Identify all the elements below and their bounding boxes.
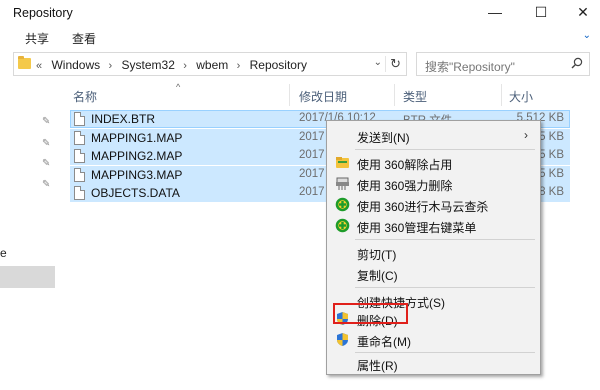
minimize-button[interactable]: — xyxy=(472,0,518,27)
menu-item-label: 使用 360强力删除 xyxy=(357,179,453,193)
tab-share[interactable]: 共享 xyxy=(25,30,49,47)
chevron-right-icon[interactable]: › xyxy=(109,60,113,72)
menu-item-label: 使用 360管理右键菜单 xyxy=(357,221,477,235)
file-date: 2017 xyxy=(299,186,325,198)
close-icon: ✕ xyxy=(577,4,589,20)
folder-icon xyxy=(18,56,31,69)
delete-highlight-box xyxy=(333,303,408,324)
file-date: 2017 xyxy=(299,167,325,180)
refresh-icon[interactable]: ↻ xyxy=(385,56,401,72)
title-bar: Repository — ☐ ✕ xyxy=(0,0,600,27)
window-title: Repository xyxy=(13,6,73,20)
address-bar[interactable]: « Windows › System32 › wbem › Repository… xyxy=(13,52,407,76)
menu-item-send-to[interactable]: 发送到(N) › xyxy=(329,125,538,146)
menu-item-label: 发送到(N) xyxy=(357,131,410,145)
close-button[interactable]: ✕ xyxy=(560,0,600,27)
breadcrumb-windows[interactable]: Windows xyxy=(51,58,100,72)
sort-indicator-icon: ^ xyxy=(176,82,181,92)
breadcrumb-system32[interactable]: System32 xyxy=(122,58,175,72)
column-headers: ^ 名称 修改日期 类型 大小 xyxy=(63,82,571,106)
menu-item-label: 剪切(T) xyxy=(357,248,397,262)
file-date: 2017 xyxy=(299,149,325,161)
breadcrumb: « Windows › System32 › wbem › Repository xyxy=(36,58,312,72)
minimize-icon: — xyxy=(488,4,502,20)
menu-item-label: 使用 360解除占用 xyxy=(357,158,453,172)
maximize-button[interactable]: ☐ xyxy=(518,0,564,27)
menu-item-properties[interactable]: 属性(R) xyxy=(329,353,538,374)
menu-separator xyxy=(355,239,535,240)
column-size[interactable]: 大小 xyxy=(509,88,533,105)
menu-item-360-force-delete[interactable]: 使用 360强力删除 xyxy=(329,173,538,194)
shredder-icon xyxy=(336,177,349,190)
pin-icon: ✎ xyxy=(42,138,51,149)
column-divider[interactable] xyxy=(501,84,502,106)
pin-icon: ✎ xyxy=(42,179,51,190)
chevron-down-icon[interactable]: ⌄ xyxy=(374,57,382,68)
nav-item-partial[interactable]: e xyxy=(0,246,7,260)
menu-item-cut[interactable]: 剪切(T) xyxy=(329,242,538,263)
breadcrumb-overflow[interactable]: « xyxy=(36,60,42,72)
file-name: MAPPING1.MAP xyxy=(91,130,183,145)
file-name: INDEX.BTR xyxy=(91,112,156,126)
file-icon xyxy=(74,112,85,126)
context-menu: 发送到(N) › 使用 360解除占用 使用 360强力删除 使用 360进行木… xyxy=(326,120,541,375)
tab-view[interactable]: 查看 xyxy=(72,30,96,47)
chevron-right-icon: › xyxy=(524,128,528,142)
menu-separator xyxy=(355,287,535,288)
menu-item-label: 重命名(M) xyxy=(357,335,411,349)
file-icon xyxy=(74,149,85,163)
menu-item-360-unlock[interactable]: 使用 360解除占用 xyxy=(329,152,538,173)
search-placeholder: 搜索"Repository" xyxy=(425,60,515,74)
search-icon[interactable] xyxy=(571,57,583,69)
pin-icon: ✎ xyxy=(42,116,51,127)
breadcrumb-repository[interactable]: Repository xyxy=(250,58,307,72)
chevron-right-icon[interactable]: › xyxy=(237,60,241,72)
column-type[interactable]: 类型 xyxy=(403,88,427,105)
breadcrumb-wbem[interactable]: wbem xyxy=(196,58,228,72)
file-date: 2017 xyxy=(299,130,325,143)
360-logo-icon xyxy=(335,197,350,212)
menu-item-360-manage-menu[interactable]: 使用 360管理右键菜单 xyxy=(329,215,538,236)
column-modified[interactable]: 修改日期 xyxy=(299,88,347,105)
file-icon xyxy=(74,186,85,200)
column-divider[interactable] xyxy=(394,84,395,106)
navigation-pane: e xyxy=(0,84,56,390)
column-name[interactable]: 名称 xyxy=(73,88,97,105)
menu-item-label: 属性(R) xyxy=(357,359,398,373)
menu-item-copy[interactable]: 复制(C) xyxy=(329,263,538,284)
chevron-right-icon[interactable]: › xyxy=(183,60,187,72)
file-name: OBJECTS.DATA xyxy=(91,186,180,200)
menu-item-rename[interactable]: 重命名(M) xyxy=(329,329,538,350)
360-logo-icon xyxy=(335,218,350,233)
search-input[interactable]: 搜索"Repository" xyxy=(416,52,590,76)
file-name: MAPPING2.MAP xyxy=(91,149,183,163)
ribbon-expand-icon[interactable]: ⌄ xyxy=(583,30,591,41)
shield-icon xyxy=(337,333,348,346)
address-row: « Windows › System32 › wbem › Repository… xyxy=(0,52,600,78)
nav-item-selected[interactable] xyxy=(0,266,55,288)
explorer-window: Repository — ☐ ✕ 共享 查看 ⌄ « Windows › Sys… xyxy=(0,0,600,390)
menu-item-label: 使用 360进行木马云查杀 xyxy=(357,200,489,214)
column-divider[interactable] xyxy=(289,84,290,106)
file-name: MAPPING3.MAP xyxy=(91,167,183,182)
unlock-folder-icon xyxy=(336,157,349,168)
menu-item-360-trojan-scan[interactable]: 使用 360进行木马云查杀 xyxy=(329,194,538,215)
maximize-icon: ☐ xyxy=(534,4,548,20)
ribbon-tabs: 共享 查看 ⌄ xyxy=(0,27,600,49)
menu-item-label: 复制(C) xyxy=(357,269,398,283)
menu-separator xyxy=(355,149,535,150)
pin-icon: ✎ xyxy=(42,158,51,169)
file-icon xyxy=(74,130,85,145)
file-icon xyxy=(74,167,85,182)
